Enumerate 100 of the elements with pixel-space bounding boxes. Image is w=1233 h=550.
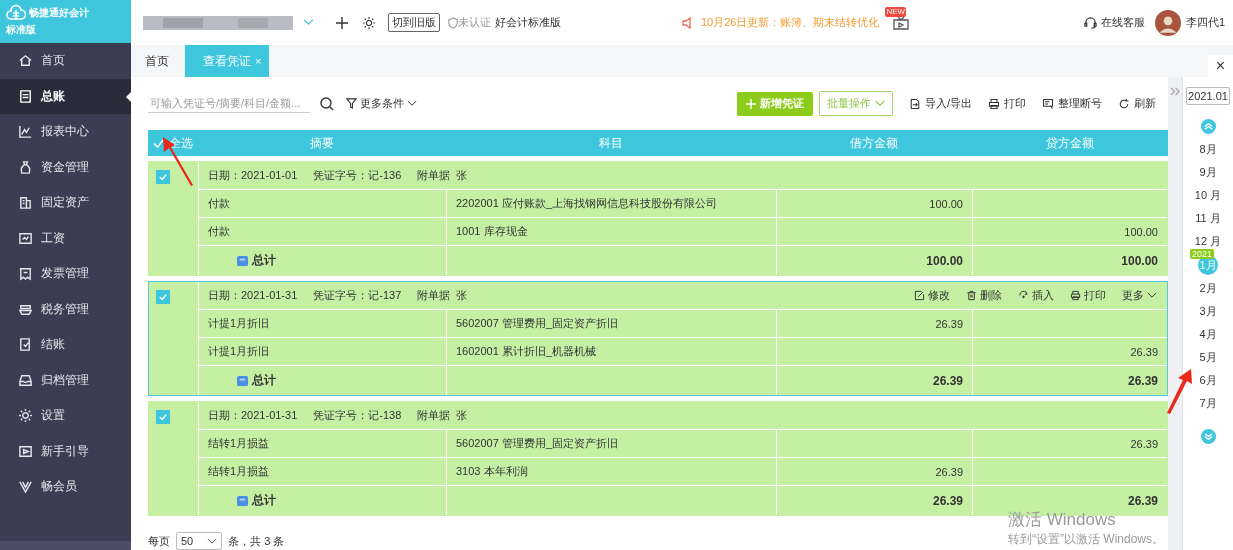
chevron-down-icon[interactable] — [303, 19, 314, 26]
month-item[interactable]: 7月 — [1199, 392, 1217, 415]
scroll-up-icon[interactable] — [1200, 119, 1216, 134]
sidebar-item[interactable]: 新手引导 — [0, 433, 131, 469]
certification-status: 未认证 — [458, 15, 491, 30]
search-icon[interactable] — [320, 96, 334, 111]
table-cell: 1602001 累计折旧_机器机械 — [447, 338, 777, 365]
shield-icon — [448, 16, 458, 29]
tv-icon[interactable] — [893, 15, 910, 30]
attachment-count: 附单据 张 — [417, 288, 468, 303]
month-item[interactable]: 4月 — [1199, 323, 1217, 346]
attachment-count: 附单据 张 — [417, 408, 468, 423]
column-header: 贷方金额 — [1045, 134, 1095, 152]
voucher-date: 日期：2021-01-31 — [208, 408, 298, 423]
checkmark-icon — [158, 412, 168, 422]
checkbox[interactable] — [156, 410, 170, 424]
sidebar-item[interactable]: 结账 — [0, 327, 131, 363]
month-item[interactable]: 5月 — [1199, 346, 1217, 369]
v-icon — [18, 479, 33, 495]
calculator-icon — [237, 255, 248, 266]
sidebar-item[interactable]: 资金管理 — [0, 149, 131, 185]
total-label: 总计 — [252, 252, 276, 269]
sidebar-item[interactable]: 报表中心 — [0, 114, 131, 150]
table-cell: 2202001 应付账款_上海找钢网信息科技股份有限公司 — [447, 190, 777, 217]
voucher-date: 日期：2021-01-31 — [208, 288, 298, 303]
month-item[interactable]: 2月 — [1199, 277, 1217, 300]
toolbar-action[interactable]: 导入/导出 — [908, 96, 972, 111]
tray-icon — [18, 372, 33, 388]
month-item[interactable]: 6月 — [1199, 369, 1217, 392]
checkmark-icon[interactable] — [153, 137, 164, 149]
table-cell-text: 100.00 — [1123, 224, 1159, 240]
table-cell: 26.39 — [777, 310, 973, 337]
sidebar-item[interactable]: 畅会员 — [0, 469, 131, 505]
voucher-card[interactable]: 日期：2021-01-31 凭证字号：记-137 附单据 张 修改 删除 插入 打印 更多 计提1月折旧 5602007 管理费用_固定资产折旧 26.39 计提1月折旧 1602001 累计折旧_机器机械 26.39 总计 26.39 26.39 — [148, 281, 1168, 396]
table-cell: 5602007 管理费用_固定资产折旧 — [447, 430, 777, 457]
table-cell-text: 26.39 — [1129, 436, 1159, 452]
building-icon — [18, 195, 33, 211]
chevron-down-icon — [207, 537, 218, 545]
table-cell-text: 26.39 — [1126, 492, 1159, 510]
total-label: 总计 — [252, 372, 276, 389]
plus-icon[interactable] — [336, 16, 348, 29]
product-name: 好会计标准版 — [495, 15, 561, 30]
close-all-button[interactable]: × — [1207, 55, 1233, 77]
settings-icon[interactable] — [362, 15, 376, 30]
search-field[interactable]: 可输入凭证号/摘要/科目/金额... — [148, 94, 310, 113]
more-filters-button[interactable]: 更多条件 — [346, 96, 417, 111]
voucher-card[interactable]: 日期：2021-01-01 凭证字号：记-136 附单据 张 付款 2202001 应付账款_上海找钢网信息科技股份有限公司 100.00 付款 1001 库存现金 100.00 总计 100.00 100.00 — [148, 161, 1168, 276]
sidebar-item[interactable]: 归档管理 — [0, 362, 131, 398]
tab[interactable]: 首页 — [139, 45, 175, 77]
sidebar-item[interactable]: 设置 — [0, 398, 131, 434]
table-cell-text: 26.39 — [1129, 344, 1159, 360]
voucher-action[interactable]: 更多 — [1122, 288, 1157, 303]
switch-old-version-button[interactable]: 切到旧版 — [388, 13, 440, 32]
voucher-number: 凭证字号：记-138 — [313, 408, 402, 423]
sidebar-item[interactable]: 税务管理 — [0, 291, 131, 327]
table-cell: 100.00 — [777, 190, 973, 217]
bag-icon — [18, 159, 33, 175]
voucher-date: 日期：2021-01-01 — [208, 168, 298, 183]
month-item[interactable]: 9月 — [1199, 161, 1217, 184]
sidebar-item[interactable]: 工资 — [0, 220, 131, 256]
double-chevron-icon[interactable] — [1169, 87, 1181, 96]
month-item[interactable]: 3月 — [1199, 300, 1217, 323]
chevron-down-icon — [1147, 292, 1157, 299]
toolbar-action[interactable]: 刷新 — [1118, 96, 1156, 111]
table-cell: 26.39 — [777, 366, 973, 395]
play-icon — [18, 443, 33, 459]
avatar[interactable] — [1154, 9, 1181, 36]
scroll-down-icon[interactable] — [1200, 429, 1216, 444]
checkbox[interactable] — [156, 290, 170, 304]
month-item[interactable]: 10 月 — [1194, 184, 1222, 207]
month-item[interactable]: 11 月 — [1195, 207, 1221, 230]
table-cell: 计提1月折旧 — [199, 310, 447, 337]
per-page-select[interactable]: 50 — [176, 532, 223, 550]
filter-icon — [346, 98, 357, 109]
toolbar-action[interactable]: 打印 — [988, 96, 1026, 111]
headset-icon — [1083, 16, 1097, 29]
app-logo-text: 畅捷通好会计 — [29, 6, 89, 20]
user-name[interactable]: 李四代1 — [1185, 15, 1225, 30]
voucher-action[interactable]: 修改 — [914, 288, 950, 303]
table-cell: 26.39 — [777, 486, 973, 515]
period-field[interactable]: 2021.01 — [1186, 87, 1230, 105]
checkmark-icon — [158, 292, 168, 302]
attachment-count: 附单据 张 — [417, 168, 468, 183]
sidebar-item[interactable]: 发票管理 — [0, 256, 131, 292]
sidebar-item[interactable]: 总账 — [0, 78, 131, 114]
voucher-action[interactable]: 删除 — [966, 288, 1002, 303]
checkbox[interactable] — [156, 170, 170, 184]
table-cell: 计提1月折旧 — [199, 338, 447, 365]
voucher-action[interactable]: 插入 — [1018, 288, 1054, 303]
chart-icon — [18, 124, 33, 140]
month-item[interactable]: 8月 — [1199, 138, 1217, 161]
sidebar-item[interactable]: 首页 — [0, 43, 131, 79]
table-cell: 付款 — [199, 218, 447, 245]
table-cell-text: 26.39 — [1126, 372, 1159, 390]
edit-icon — [914, 290, 925, 301]
sidebar-item[interactable]: 固定资产 — [0, 185, 131, 221]
online-support-link[interactable]: 在线客服 — [1100, 15, 1145, 30]
toolbar-action[interactable]: 整理断号 — [1042, 96, 1102, 111]
table-cell: 26.39 — [777, 458, 973, 485]
voucher-action[interactable]: 打印 — [1070, 288, 1106, 303]
